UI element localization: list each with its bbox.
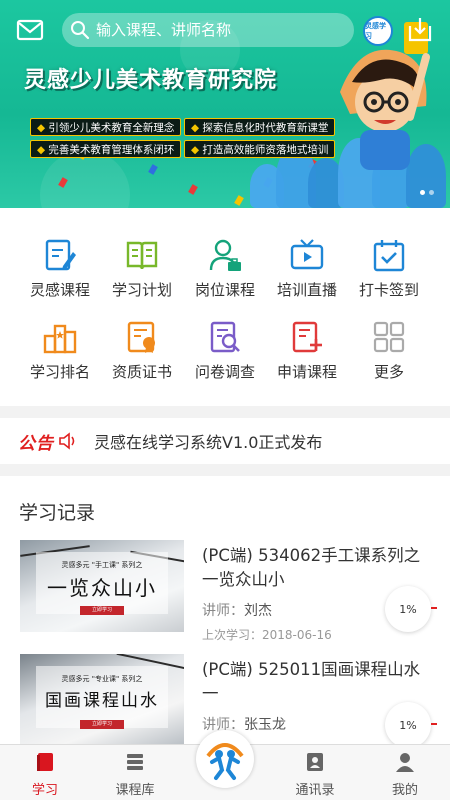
menu-item-label: 学习计划 bbox=[111, 281, 172, 299]
menu-item-certificates[interactable]: 资质证书 bbox=[97, 320, 187, 390]
menu-item-more[interactable]: 更多 bbox=[344, 320, 434, 390]
menu-item-label: 岗位课程 bbox=[194, 281, 255, 299]
grid-more-icon bbox=[373, 321, 405, 353]
menu-item-courses[interactable]: 灵感课程 bbox=[15, 238, 105, 308]
menu-item-label: 资质证书 bbox=[111, 363, 172, 381]
course-teacher: 讲师：刘杰 bbox=[202, 603, 272, 619]
menu-item-label: 更多 bbox=[373, 363, 404, 381]
download-icon[interactable] bbox=[406, 16, 434, 44]
menu-item-apply-course[interactable]: 申请课程 bbox=[262, 320, 352, 390]
certificate-icon bbox=[127, 321, 155, 353]
banner-tag: ◆ 引领少儿美术教育全新理念 bbox=[30, 118, 182, 136]
tab-course-library[interactable]: 课程库 bbox=[90, 751, 180, 798]
menu-item-job-courses[interactable]: 岗位课程 bbox=[180, 238, 270, 308]
course-title[interactable]: (PC端) 525011国画课程山水一 bbox=[202, 658, 432, 706]
banner-tag: ◆ 探索信息化时代教育新课堂 bbox=[184, 118, 336, 136]
book-icon bbox=[37, 753, 53, 771]
tab-study[interactable]: 学习 bbox=[0, 751, 90, 798]
podium-star-icon bbox=[43, 324, 77, 354]
menu-item-study-plan[interactable]: 学习计划 bbox=[97, 238, 187, 308]
search-input[interactable] bbox=[96, 21, 336, 39]
cartoon-kid-illustration bbox=[340, 22, 431, 170]
open-book-icon bbox=[126, 241, 158, 270]
menu-item-label: 申请课程 bbox=[276, 363, 337, 381]
person-briefcase-icon bbox=[209, 239, 241, 271]
pagination-dot[interactable] bbox=[429, 190, 434, 195]
course-thumbnail[interactable]: 灵感多元 "手工课" 系列之 一览众山小 立即学习 bbox=[20, 540, 184, 632]
pagination-dot[interactable] bbox=[420, 190, 425, 195]
banner-tag: ◆ 完善美术教育管理体系闭环 bbox=[30, 140, 182, 158]
mail-icon[interactable] bbox=[16, 18, 44, 42]
banner-tag: ◆ 打造高效能师资落地式培训 bbox=[184, 140, 336, 158]
last-study-date: 上次学习：2018-06-16 bbox=[202, 628, 332, 642]
section-title: 学习记录 bbox=[19, 502, 96, 524]
pencil-doc-icon bbox=[45, 239, 76, 271]
profile-icon bbox=[396, 753, 414, 772]
library-icon bbox=[127, 754, 143, 770]
announcement-bar[interactable]: 公告 灵感在线学习系统V1.0正式发布 bbox=[0, 418, 450, 464]
menu-item-label: 学习排名 bbox=[29, 363, 90, 381]
center-logo-button[interactable] bbox=[196, 730, 254, 788]
speaker-icon bbox=[59, 432, 75, 450]
search-bar[interactable] bbox=[62, 13, 354, 47]
study-records-section: 学习记录 灵感多元 "手工课" 系列之 一览众山小 立即学习 (PC端) 534… bbox=[0, 476, 450, 744]
tv-play-icon bbox=[290, 239, 324, 270]
menu-item-check-in[interactable]: 打卡签到 bbox=[344, 238, 434, 308]
tab-contacts[interactable]: 通讯录 bbox=[270, 751, 360, 798]
menu-item-label: 打卡签到 bbox=[358, 281, 419, 299]
progress-badge: 1% bbox=[385, 586, 437, 632]
record-item[interactable]: 灵感多元 "手工课" 系列之 一览众山小 立即学习 (PC端) 534062手工… bbox=[0, 540, 450, 650]
course-title[interactable]: (PC端) 534062手工课系列之一览众山小 bbox=[202, 544, 432, 592]
calendar-check-icon bbox=[373, 240, 405, 272]
menu-item-label: 问卷调查 bbox=[194, 363, 255, 381]
search-icon bbox=[71, 21, 90, 40]
menu-item-label: 灵感课程 bbox=[29, 281, 90, 299]
survey-search-icon bbox=[210, 321, 240, 353]
menu-item-live-training[interactable]: 培训直播 bbox=[262, 238, 352, 308]
progress-badge: 1% bbox=[385, 702, 437, 744]
menu-item-survey[interactable]: 问卷调查 bbox=[180, 320, 270, 390]
banner-title: 灵感少儿美术教育研究院 bbox=[24, 68, 278, 93]
avatar[interactable]: 灵感学习 bbox=[363, 16, 393, 46]
menu-item-label: 培训直播 bbox=[276, 281, 337, 299]
banner-pagination[interactable] bbox=[420, 190, 434, 195]
announcement-message[interactable]: 灵感在线学习系统V1.0正式发布 bbox=[94, 429, 322, 453]
function-grid: 灵感课程 学习计划 岗位课程 培训直播 打卡签到 学习排名 资质证书 问卷调查 … bbox=[0, 208, 450, 406]
menu-item-ranking[interactable]: 学习排名 bbox=[15, 320, 105, 390]
tab-profile[interactable]: 我的 bbox=[360, 751, 450, 798]
doc-plus-icon bbox=[292, 321, 322, 353]
logo-center-icon bbox=[206, 743, 244, 780]
course-thumbnail[interactable]: 灵感多元 "专业课" 系列之 国画课程山水 立即学习 bbox=[20, 654, 184, 744]
announcement-tag: 公告 bbox=[18, 433, 54, 454]
contacts-icon bbox=[307, 753, 323, 771]
